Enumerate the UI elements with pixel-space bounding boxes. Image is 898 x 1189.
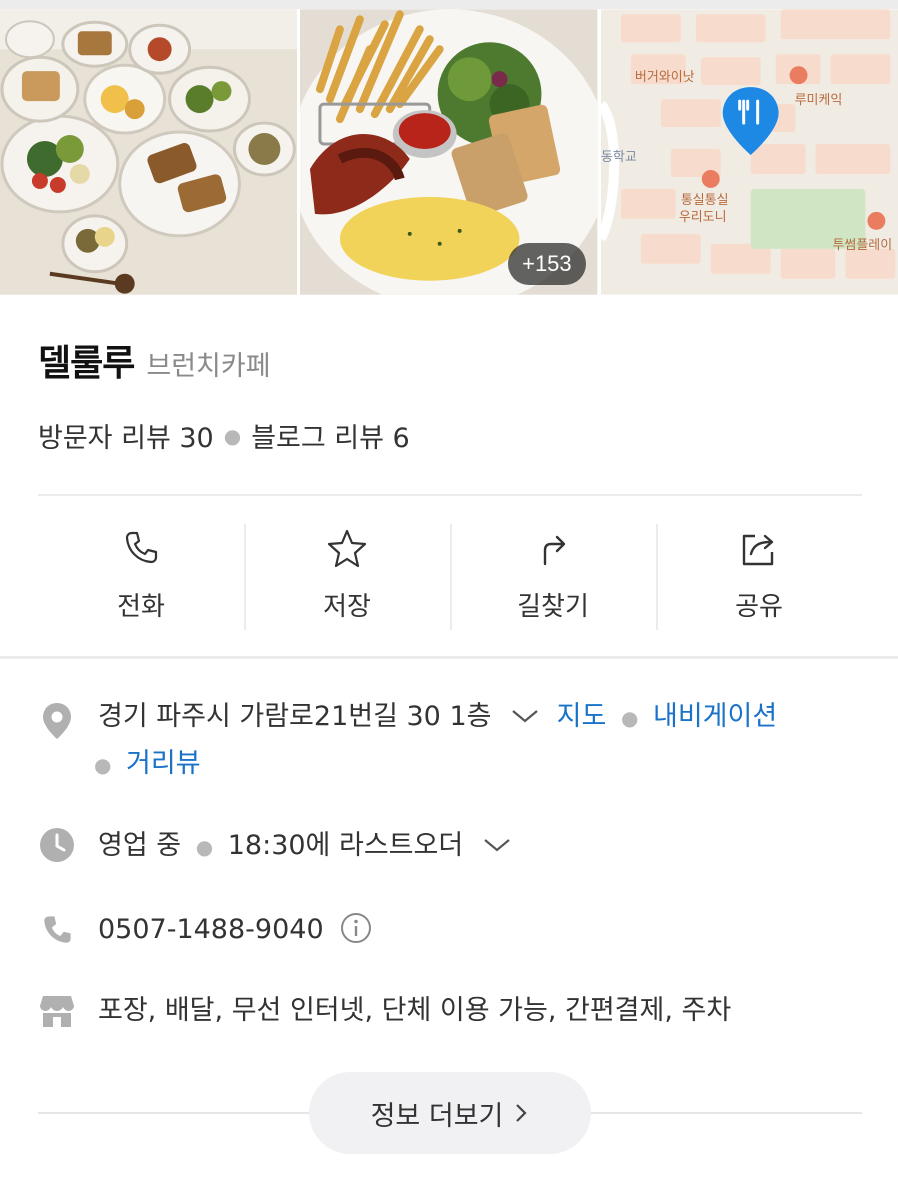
hours-detail: 18:30에 라스트오더 bbox=[227, 830, 464, 861]
phone-row: 0507-1488-9040 bbox=[38, 907, 862, 953]
street-view-link[interactable]: 거리뷰 bbox=[126, 748, 201, 779]
map-label-3: 동학교 bbox=[601, 150, 637, 165]
save-label: 저장 bbox=[323, 592, 371, 622]
mini-map[interactable]: 버거와이낫 루미케익 통실통실 우리도니 투썸플레이 동학교 bbox=[600, 9, 898, 295]
info-icon[interactable] bbox=[340, 912, 372, 944]
photo-brunch-plate[interactable]: +153 bbox=[300, 9, 598, 295]
directions-label: 길찾기 bbox=[517, 592, 589, 622]
place-category: 브런치카페 bbox=[146, 351, 271, 382]
chevron-down-icon[interactable] bbox=[510, 707, 540, 725]
food-table-image bbox=[0, 9, 298, 295]
separator-dot: ● bbox=[195, 835, 214, 859]
map-label-5: 우리도니 bbox=[678, 210, 726, 225]
photo-count-badge[interactable]: +153 bbox=[508, 243, 586, 285]
more-info-button[interactable]: 정보 더보기 bbox=[309, 1072, 591, 1154]
share-icon bbox=[742, 534, 774, 566]
review-summary: 방문자 리뷰 30 ● 블로그 리뷰 6 bbox=[38, 416, 410, 455]
call-button[interactable]: 전화 bbox=[38, 520, 244, 632]
share-label: 공유 bbox=[735, 592, 783, 622]
status-strip bbox=[0, 0, 898, 9]
action-bar: 전화 저장 길찾기 공유 bbox=[38, 520, 862, 632]
hours-row[interactable]: 영업 중 ● 18:30에 라스트오더 bbox=[38, 823, 862, 870]
phone-icon bbox=[125, 531, 158, 564]
call-label: 전화 bbox=[117, 592, 165, 622]
photo-food-table[interactable] bbox=[0, 9, 298, 295]
chevron-down-icon[interactable] bbox=[482, 836, 512, 854]
star-icon bbox=[327, 529, 367, 568]
amenities-text: 포장, 배달, 무선 인터넷, 단체 이용 가능, 간편결제, 주차 bbox=[98, 995, 732, 1026]
hours-status: 영업 중 bbox=[98, 830, 182, 861]
directions-button[interactable]: 길찾기 bbox=[450, 520, 656, 632]
store-icon bbox=[40, 996, 74, 1027]
separator-dot: ● bbox=[223, 423, 242, 448]
amenities-row: 포장, 배달, 무선 인터넷, 단체 이용 가능, 간편결제, 주차 bbox=[38, 988, 862, 1034]
chevron-right-icon bbox=[516, 1104, 527, 1122]
more-info-section: 정보 더보기 bbox=[0, 1070, 898, 1156]
share-button[interactable]: 공유 bbox=[656, 520, 862, 632]
address-row: 경기 파주시 가람로21번길 30 1층 지도 ● 내비게이션 ● 거리뷰 bbox=[38, 694, 862, 788]
location-pin-icon bbox=[43, 703, 71, 739]
more-info-label: 정보 더보기 bbox=[370, 1100, 504, 1132]
separator-dot: ● bbox=[94, 753, 112, 777]
separator-dot: ● bbox=[620, 706, 639, 730]
navigation-link[interactable]: 내비게이션 bbox=[653, 701, 777, 732]
blog-review-link[interactable]: 블로그 리뷰 6 bbox=[251, 416, 410, 455]
map-link[interactable]: 지도 bbox=[557, 701, 607, 732]
save-button[interactable]: 저장 bbox=[244, 520, 450, 632]
map-image: 버거와이낫 루미케익 통실통실 우리도니 투썸플레이 동학교 bbox=[600, 9, 898, 295]
place-name: 델룰루 bbox=[38, 343, 135, 384]
section-divider bbox=[0, 656, 898, 659]
map-label-1: 버거와이낫 bbox=[635, 70, 695, 85]
map-label-6: 투썸플레이 bbox=[832, 238, 892, 253]
photo-gallery: +153 버거와이낫 루미케익 통실통실 우리도니 투썸플레이 동학교 bbox=[0, 9, 898, 295]
map-label-4: 통실통실 bbox=[680, 193, 728, 208]
map-label-2: 루미케익 bbox=[794, 93, 842, 108]
address-text: 경기 파주시 가람로21번길 30 1층 bbox=[98, 701, 492, 732]
visitor-review-link[interactable]: 방문자 리뷰 30 bbox=[38, 416, 214, 455]
directions-icon bbox=[543, 535, 566, 566]
phone-number[interactable]: 0507-1488-9040 bbox=[98, 914, 324, 945]
place-title-row: 델룰루 브런치카페 bbox=[38, 334, 271, 386]
clock-icon bbox=[40, 828, 74, 862]
divider bbox=[38, 494, 862, 496]
phone-filled-icon bbox=[44, 916, 71, 943]
